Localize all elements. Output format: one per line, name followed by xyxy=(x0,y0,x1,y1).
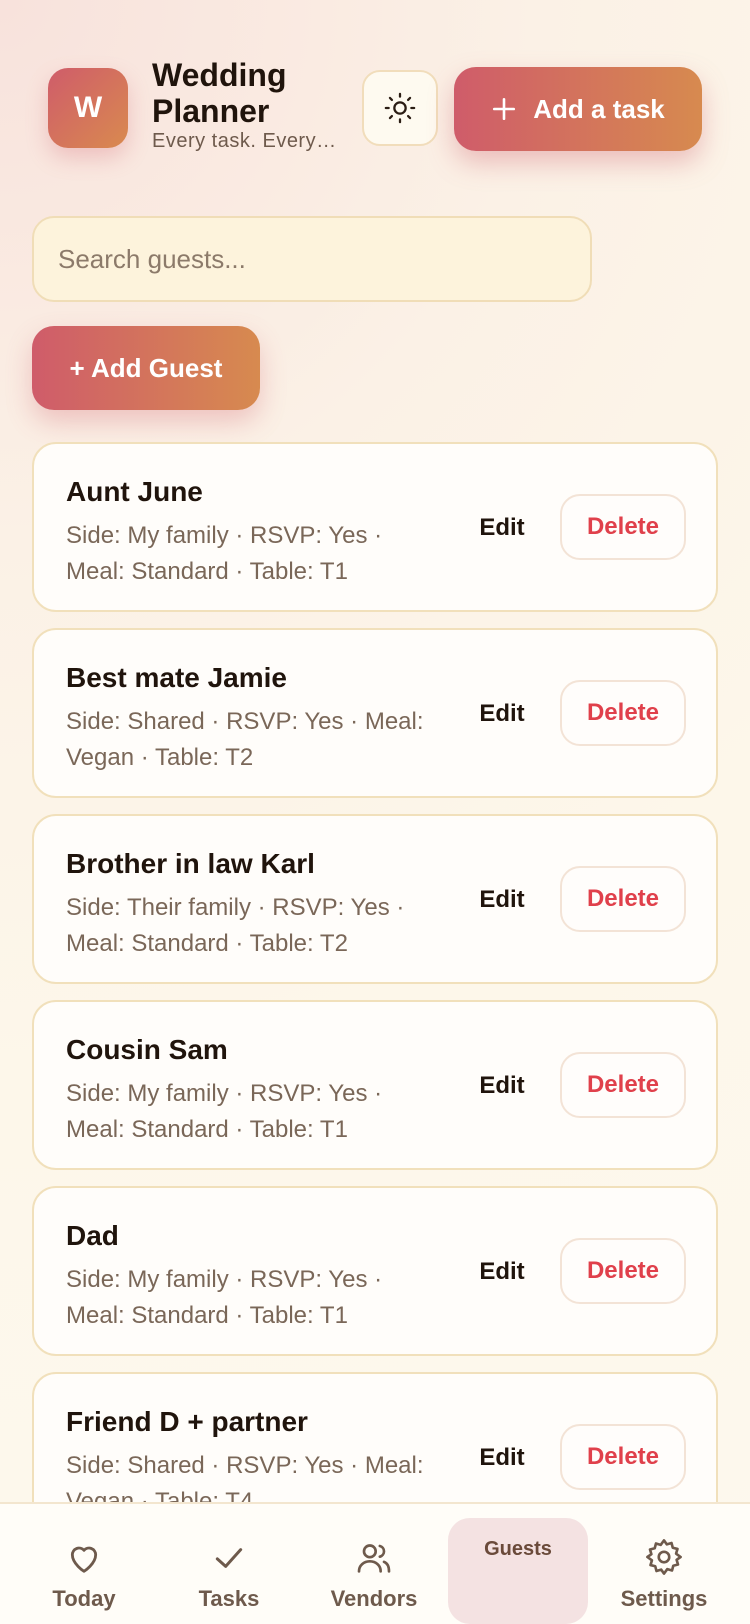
tab-label: Settings xyxy=(620,1586,708,1611)
delete-button[interactable]: Delete xyxy=(560,1052,686,1118)
guest-details: Side: My family · RSVP: Yes · Meal: Stan… xyxy=(66,1266,383,1329)
guest-name: Dad xyxy=(66,1220,119,1251)
delete-button[interactable]: Delete xyxy=(560,1424,686,1490)
guest-card: Aunt June Side: My family · RSVP: Yes · … xyxy=(32,442,718,612)
sun-icon xyxy=(384,92,416,124)
guest-name: Brother in law Karl xyxy=(66,848,315,879)
tab-label: Vendors xyxy=(330,1586,418,1611)
guest-list: Aunt June Side: My family · RSVP: Yes · … xyxy=(32,442,718,1558)
guest-name: Aunt June xyxy=(66,476,203,507)
edit-button[interactable]: Edit xyxy=(464,508,540,548)
tab-tasks[interactable]: Tasks xyxy=(159,1518,299,1624)
delete-button[interactable]: Delete xyxy=(560,866,686,932)
app-subtitle: Every task. Every vendor. Every guest. xyxy=(152,130,342,152)
search-guests-input[interactable] xyxy=(32,216,592,302)
edit-button[interactable]: Edit xyxy=(464,694,540,734)
guest-details: Side: My family · RSVP: Yes · Meal: Stan… xyxy=(66,1080,383,1143)
check-icon xyxy=(215,1548,243,1568)
tab-label: Tasks xyxy=(198,1586,260,1611)
add-task-label: Add a task xyxy=(533,93,665,124)
tab-vendors[interactable]: Vendors xyxy=(304,1518,444,1624)
add-task-button[interactable]: Add a task xyxy=(454,67,702,151)
app-title: Wedding Planner xyxy=(152,57,287,129)
tab-guests[interactable]: Guests xyxy=(448,1518,588,1624)
delete-button[interactable]: Delete xyxy=(560,680,686,746)
guest-card: Best mate Jamie Side: Shared · RSVP: Yes… xyxy=(32,628,718,798)
add-guest-button[interactable]: + Add Guest xyxy=(32,326,260,410)
add-guest-label: + Add Guest xyxy=(69,352,223,383)
gear-icon xyxy=(646,1539,682,1575)
app-logo: W xyxy=(48,68,128,148)
guest-name: Cousin Sam xyxy=(66,1034,228,1065)
guest-details: Side: My family · RSVP: Yes · Meal: Stan… xyxy=(66,522,383,585)
guest-details: Side: Their family · RSVP: Yes · Meal: S… xyxy=(66,894,405,957)
bottom-tab-bar: Today Tasks Vendors Guests Settings xyxy=(0,1502,750,1624)
tab-settings[interactable]: Settings xyxy=(594,1518,734,1624)
logo-letter: W xyxy=(73,91,103,124)
guest-card: Cousin Sam Side: My family · RSVP: Yes ·… xyxy=(32,1000,718,1170)
edit-button[interactable]: Edit xyxy=(464,880,540,920)
heart-icon xyxy=(70,1546,98,1573)
edit-button[interactable]: Edit xyxy=(464,1066,540,1106)
guest-card: Dad Side: My family · RSVP: Yes · Meal: … xyxy=(32,1186,718,1356)
guest-name: Best mate Jamie xyxy=(66,662,288,693)
delete-button[interactable]: Delete xyxy=(560,1238,686,1304)
edit-button[interactable]: Edit xyxy=(464,1252,540,1292)
guest-name: Friend D + partner xyxy=(66,1406,308,1437)
guest-details: Side: Shared · RSVP: Yes · Meal: Vegan ·… xyxy=(66,708,424,771)
tab-label: Today xyxy=(52,1586,116,1611)
theme-toggle-button[interactable] xyxy=(362,70,438,146)
tab-label: Guests xyxy=(484,1538,552,1560)
users-icon xyxy=(357,1544,391,1573)
delete-button[interactable]: Delete xyxy=(560,494,686,560)
plus-icon xyxy=(493,97,516,121)
app-header: W Wedding Planner Every task. Every vend… xyxy=(48,55,712,165)
tab-today[interactable]: Today xyxy=(14,1518,154,1624)
guest-card: Brother in law Karl Side: Their family ·… xyxy=(32,814,718,984)
edit-button[interactable]: Edit xyxy=(464,1438,540,1478)
